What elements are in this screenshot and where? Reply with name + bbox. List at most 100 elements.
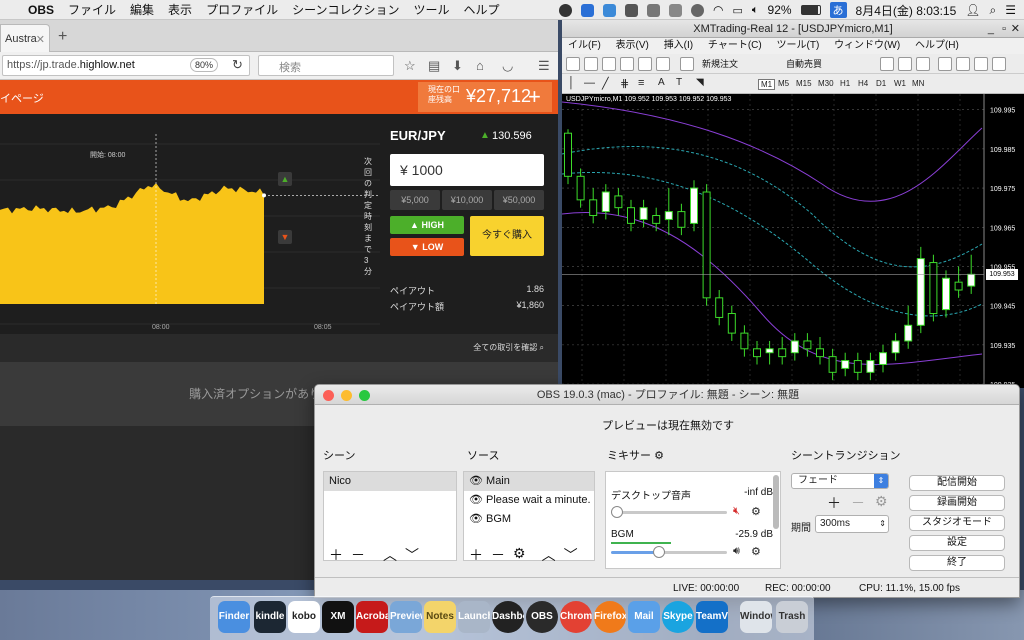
mt4-chart[interactable]: 109.995 109.985 109.975 109.965 109.955 109.9… (562, 94, 1024, 388)
menu-view[interactable]: 表示 (168, 1, 192, 18)
text-tool-icon[interactable]: A (658, 77, 665, 88)
start-recording-button[interactable]: 録画開始 (909, 495, 1005, 511)
security-status-icon[interactable] (581, 3, 595, 17)
firefox-icon[interactable]: Firefox (594, 601, 626, 633)
menu-help[interactable]: ヘルプ (464, 1, 500, 18)
reload-icon[interactable]: ↻ (232, 57, 243, 73)
tf-h1[interactable]: H1 (840, 79, 850, 88)
stepper-icon[interactable]: ⇕ (879, 516, 886, 532)
duration-input[interactable]: 300ms ⇕ (815, 515, 889, 533)
home-icon[interactable]: ⌂ (476, 58, 484, 73)
settings-button[interactable]: 設定 (909, 535, 1005, 551)
mixer-bgm-slider[interactable] (611, 546, 727, 558)
page-title[interactable]: イページ (0, 90, 44, 106)
acrobat-icon[interactable]: Acrobat (356, 601, 388, 633)
menu-profile[interactable]: プロファイル (206, 1, 278, 18)
teamviewer-icon[interactable]: TeamViewer (696, 601, 728, 633)
transition-select[interactable]: フェード ⇕ (791, 473, 889, 489)
user-icon[interactable]: 👤︎ (965, 3, 980, 17)
arrow-tool-icon[interactable]: ◥ (696, 77, 704, 88)
mixer-desktop-audio-slider[interactable] (611, 506, 727, 518)
menu-edit[interactable]: 編集 (130, 1, 154, 18)
mt4-menu-help[interactable]: ヘルプ(H) (915, 40, 959, 51)
tf-h4[interactable]: H4 (858, 79, 868, 88)
volume-icon[interactable]: 🔈︎ (752, 4, 759, 17)
source-item[interactable]: 👁︎ BGM (464, 510, 594, 529)
reading-list-icon[interactable]: ▤ (428, 58, 440, 74)
tf-m1[interactable]: M1 (758, 79, 776, 90)
trash-icon[interactable]: Trash (776, 601, 808, 633)
time-machine-icon[interactable] (669, 3, 683, 17)
mt4-menu-view[interactable]: 表示(V) (616, 40, 649, 51)
scene-item[interactable]: Nico (324, 472, 456, 491)
buy-now-button[interactable]: 今すぐ購入 (470, 216, 544, 256)
add-source-button[interactable]: ＋ (469, 545, 483, 563)
high-button[interactable]: ▲ HIGH (390, 216, 464, 234)
candle-chart-icon[interactable] (898, 57, 912, 71)
menu-app-name[interactable]: OBS (28, 3, 54, 17)
mt4-menu-insert[interactable]: 挿入(I) (664, 40, 693, 51)
profiles-icon[interactable] (584, 57, 598, 71)
market-watch-icon[interactable] (602, 57, 616, 71)
window-thumbnail-icon[interactable]: Window (740, 601, 772, 633)
deposit-plus-icon[interactable]: + (528, 84, 541, 110)
navigator-icon[interactable] (638, 57, 652, 71)
remove-source-button[interactable]: － (491, 545, 505, 563)
tf-m5[interactable]: M5 (778, 79, 789, 88)
tf-mn[interactable]: MN (912, 79, 924, 88)
amount-input[interactable]: ¥ 1000 (390, 154, 544, 186)
quick-amount-5000[interactable]: ¥5,000 (390, 190, 440, 210)
channel-tool-icon[interactable]: ⋕ (620, 77, 629, 90)
tf-d1[interactable]: D1 (876, 79, 886, 88)
tf-m30[interactable]: M30 (818, 79, 834, 88)
mail-icon[interactable]: Mail (628, 601, 660, 633)
quick-amount-50000[interactable]: ¥50,000 (494, 190, 544, 210)
new-chart-icon[interactable] (566, 57, 580, 71)
transition-gear-icon[interactable]: ⚙ (875, 493, 888, 513)
finder-icon[interactable]: Finder (218, 601, 250, 633)
tf-w1[interactable]: W1 (894, 79, 906, 88)
xm-icon[interactable]: XM (322, 601, 354, 633)
auto-scroll-icon[interactable] (992, 57, 1006, 71)
desktop-audio-gear-icon[interactable]: ⚙ (751, 505, 761, 518)
close-tab-icon[interactable]: ✕ (36, 33, 45, 46)
source-down-button[interactable]: ﹀ (564, 545, 578, 563)
zoom-out-icon[interactable] (956, 57, 970, 71)
source-item[interactable]: 👁︎ Please wait a minute. (464, 491, 594, 510)
all-trades-link[interactable]: 全ての取引を確認 ⌕ (473, 342, 544, 353)
mixer-scrollbar[interactable] (773, 475, 779, 529)
tile-windows-icon[interactable] (974, 57, 988, 71)
wifi-icon[interactable]: ◠ (713, 3, 723, 17)
obs-status-icon[interactable] (559, 3, 573, 17)
label-tool-icon[interactable]: T (676, 77, 682, 88)
preview-icon[interactable]: Preview (390, 601, 422, 633)
notes-icon[interactable]: Notes (424, 601, 456, 633)
low-button[interactable]: ▼ LOW (390, 238, 464, 256)
download-icon[interactable]: ⬇ (452, 58, 463, 74)
data-window-icon[interactable] (620, 57, 634, 71)
studio-mode-button[interactable]: スタジオモード (909, 515, 1005, 531)
trendline-tool-icon[interactable]: ╱ (602, 77, 609, 90)
notification-center-icon[interactable]: ☰ (1005, 3, 1016, 17)
minimize-button[interactable] (341, 390, 352, 401)
bookmark-star-icon[interactable]: ☆ (404, 58, 416, 74)
pocket-icon[interactable]: ◡ (502, 58, 513, 74)
slider-knob[interactable] (611, 506, 623, 518)
close-window-icon[interactable]: ✕ (1011, 20, 1020, 38)
tf-m15[interactable]: M15 (796, 79, 812, 88)
auto-trade-button[interactable]: 自動売買 (786, 57, 822, 70)
source-settings-icon[interactable]: ⚙ (513, 545, 526, 563)
visibility-eye-icon[interactable]: 👁︎ (469, 513, 486, 525)
menu-scene-collection[interactable]: シーンコレクション (292, 1, 399, 18)
kobo-icon[interactable]: kobo (288, 601, 320, 633)
new-tab-button[interactable]: + (58, 28, 67, 46)
menu-tools[interactable]: ツール (413, 1, 449, 18)
obs-icon[interactable]: OBS (526, 601, 558, 633)
restore-icon[interactable]: ▫ (1002, 20, 1006, 38)
mixer-gear-icon[interactable]: ⚙ (654, 450, 664, 462)
tab-highlow[interactable]: Austra ✕ (0, 24, 50, 52)
bar-chart-icon[interactable] (880, 57, 894, 71)
tester-icon[interactable] (680, 57, 694, 71)
new-order-button[interactable]: 新規注文 (702, 57, 738, 70)
scene-down-button[interactable]: ﹀ (405, 545, 419, 563)
